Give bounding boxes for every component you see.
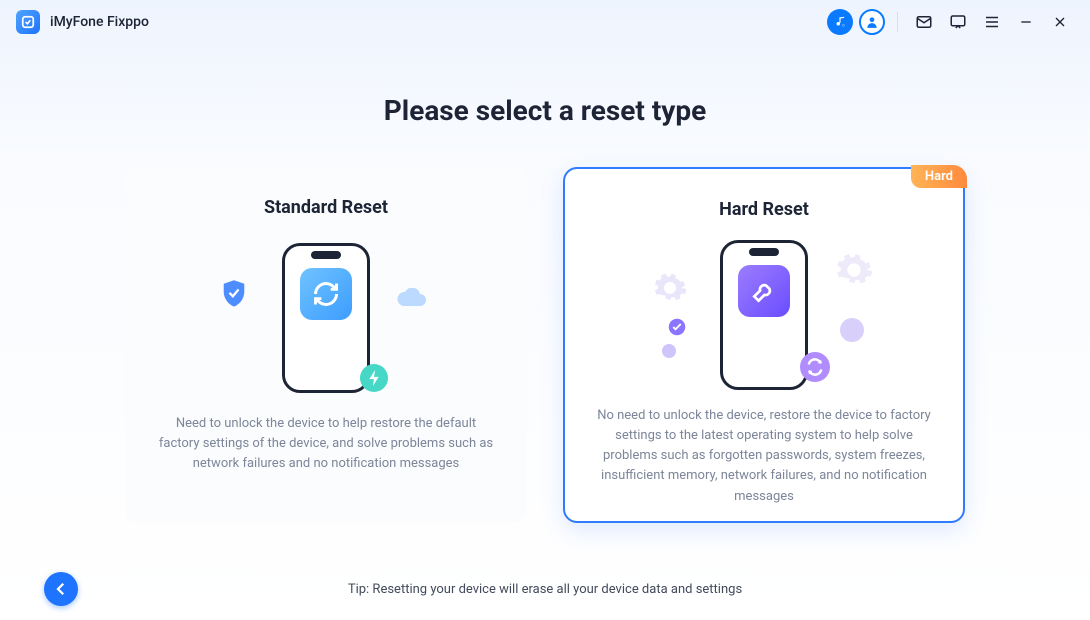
card-desc-standard: Need to unlock the device to help restor… (149, 414, 503, 474)
card-title-standard: Standard Reset (264, 197, 388, 218)
shield-icon (220, 278, 248, 314)
cloud-icon (396, 288, 426, 312)
footer-tip: Tip: Resetting your device will erase al… (348, 582, 742, 597)
check-circle-icon (668, 318, 686, 340)
titlebar-divider (897, 12, 898, 32)
card-illustration-standard (216, 238, 436, 398)
card-container: Standard Reset (60, 167, 1030, 523)
page-title: Please select a reset type (60, 94, 1030, 127)
sync-circle-icon (800, 352, 830, 386)
feedback-icon[interactable] (944, 8, 972, 36)
badge-hard: Hard (911, 165, 967, 188)
card-desc-hard: No need to unlock the device, restore th… (589, 406, 939, 507)
back-button[interactable] (44, 572, 78, 606)
mail-icon[interactable] (910, 8, 938, 36)
app-title: iMyFone Fixppo (50, 14, 149, 30)
gear-icon (834, 250, 874, 294)
card-illustration-hard (654, 240, 874, 390)
titlebar: iMyFone Fixppo (0, 0, 1090, 44)
card-standard-reset[interactable]: Standard Reset (125, 167, 527, 523)
card-title-hard: Hard Reset (719, 199, 809, 220)
menu-icon[interactable] (978, 8, 1006, 36)
phone-mock-standard (282, 243, 370, 393)
close-icon[interactable] (1046, 8, 1074, 36)
wrench-tile-icon (738, 265, 790, 317)
music-button[interactable] (827, 9, 853, 35)
user-button[interactable] (859, 9, 885, 35)
phone-mock-hard (720, 240, 808, 390)
titlebar-right (827, 8, 1074, 36)
footer: Tip: Resetting your device will erase al… (0, 558, 1090, 620)
main-content: Please select a reset type Standard Rese… (0, 44, 1090, 523)
phone-notch (749, 248, 779, 256)
card-hard-reset[interactable]: Hard Hard Reset (563, 167, 965, 523)
titlebar-left: iMyFone Fixppo (16, 10, 149, 34)
minimize-icon[interactable] (1012, 8, 1040, 36)
dot-icon (662, 344, 676, 358)
refresh-tile-icon (300, 268, 352, 320)
bolt-circle-icon (360, 364, 388, 396)
gear-icon (652, 270, 688, 310)
phone-notch (311, 251, 341, 259)
app-logo-icon (16, 10, 40, 34)
dot-icon (840, 318, 864, 342)
